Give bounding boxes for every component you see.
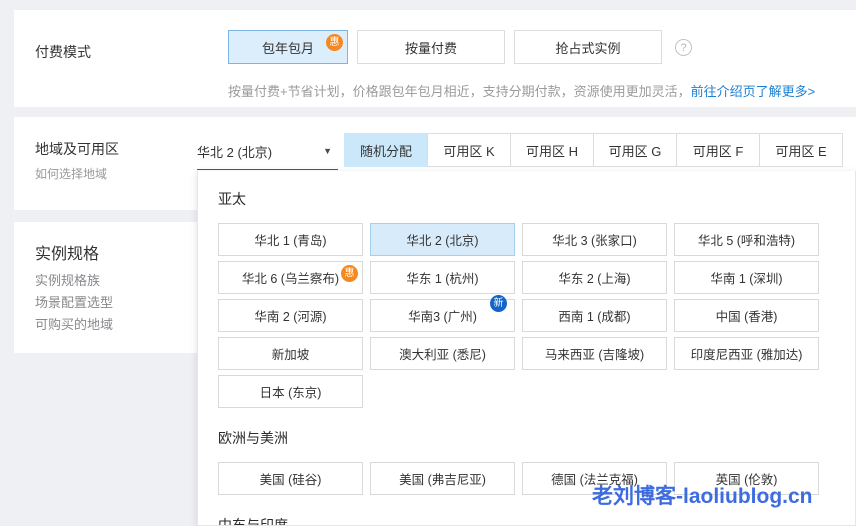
zone-option[interactable]: 可用区 F (676, 133, 760, 167)
region-option[interactable]: 华北 3 (张家口) (522, 223, 667, 256)
region-option[interactable]: 新加坡 (218, 337, 363, 370)
payment-option[interactable]: 包年包月惠 (228, 30, 348, 64)
region-option[interactable]: 华南 2 (河源) (218, 299, 363, 332)
region-dropdown-value: 华北 2 (北京) (197, 142, 272, 161)
instance-spec-label: 实例规格 (35, 240, 99, 264)
zone-option[interactable]: 可用区 G (593, 133, 677, 167)
payment-mode-card: 付费模式 包年包月惠 按量付费 抢占式实例 ? 按量付费+节省计划，价格跟包年包月相… (14, 10, 856, 107)
region-option[interactable]: 华北 6 (乌兰察布)惠 (218, 261, 363, 294)
payment-option[interactable]: 抢占式实例 (514, 30, 662, 64)
payment-intro-link[interactable]: 前往介绍页了解更多> (691, 84, 816, 99)
payment-option-label: 按量付费 (405, 38, 457, 57)
region-option-label: 华东 1 (杭州) (406, 268, 478, 287)
promo-badge-icon: 惠 (341, 265, 358, 282)
payment-mode-label: 付费模式 (35, 42, 91, 62)
region-option[interactable]: 日本 (东京) (218, 375, 363, 408)
region-option[interactable]: 华南 1 (深圳) (674, 261, 819, 294)
region-option[interactable]: 西南 1 (成都) (522, 299, 667, 332)
region-option[interactable]: 澳大利亚 (悉尼) (370, 337, 515, 370)
region-option-label: 华北 3 (张家口) (552, 230, 637, 249)
zone-option[interactable]: 可用区 H (510, 133, 594, 167)
region-group-title: 欧洲与美洲 (218, 428, 855, 448)
payment-description: 按量付费+节省计划，价格跟包年包月相近，支持分期付款，资源使用更加灵活，前往介绍… (228, 81, 815, 100)
region-option[interactable]: 华南3 (广州)新 (370, 299, 515, 332)
promo-badge-icon: 惠 (326, 34, 343, 51)
region-option-label: 华北 5 (呼和浩特) (698, 230, 795, 249)
chevron-down-icon: ▼ (323, 146, 338, 156)
region-dropdown-panel: 亚太华北 1 (青岛) 华北 2 (北京) 华北 3 (张家口) 华北 5 (呼和浩特… (197, 171, 856, 526)
region-option-label: 印度尼西亚 (雅加达) (691, 344, 803, 363)
region-option-label: 西南 1 (成都) (558, 306, 630, 325)
region-option-label: 华东 2 (上海) (558, 268, 630, 287)
region-option-label: 日本 (东京) (260, 382, 322, 401)
region-option-label: 华南3 (广州) (408, 306, 477, 325)
zone-option[interactable]: 可用区 E (759, 133, 843, 167)
region-option[interactable]: 华北 2 (北京) (370, 223, 515, 256)
region-group-title: 中东与印度 (218, 515, 855, 526)
watermark: 老刘博客-laoliublog.cn (592, 480, 813, 510)
zone-option[interactable]: 可用区 K (427, 133, 511, 167)
region-option[interactable]: 华东 1 (杭州) (370, 261, 515, 294)
region-option[interactable]: 美国 (弗吉尼亚) (370, 462, 515, 495)
region-option-label: 华北 1 (青岛) (254, 230, 326, 249)
instance-link[interactable]: 实例规格族 (35, 270, 113, 292)
region-help-link[interactable]: 如何选择地域 (35, 165, 107, 182)
region-option-label: 美国 (弗吉尼亚) (399, 469, 486, 488)
payment-description-text: 按量付费+节省计划，价格跟包年包月相近，支持分期付款，资源使用更加灵活， (228, 84, 691, 99)
region-zone-label: 地域及可用区 (35, 139, 119, 159)
new-badge-icon: 新 (490, 295, 507, 312)
region-option-label: 华南 2 (河源) (254, 306, 326, 325)
zone-button-group: 随机分配可用区 K可用区 H可用区 G可用区 F可用区 E (345, 133, 843, 167)
region-option-label: 马来西亚 (吉隆坡) (545, 344, 644, 363)
help-icon[interactable]: ? (675, 39, 692, 56)
region-option[interactable]: 中国 (香港) (674, 299, 819, 332)
zone-option[interactable]: 随机分配 (344, 133, 428, 167)
region-group-title: 亚太 (218, 189, 855, 209)
region-option-label: 华南 1 (深圳) (710, 268, 782, 287)
instance-link[interactable]: 可购买的地域 (35, 314, 113, 336)
region-option-label: 华北 6 (乌兰察布) (242, 268, 339, 287)
region-option-label: 新加坡 (272, 344, 310, 363)
region-dropdown[interactable]: 华北 2 (北京) ▼ (197, 133, 338, 170)
region-option[interactable]: 华东 2 (上海) (522, 261, 667, 294)
payment-option[interactable]: 按量付费 (357, 30, 505, 64)
region-option-label: 澳大利亚 (悉尼) (399, 344, 486, 363)
instance-links: 实例规格族场景配置选型可购买的地域 (35, 270, 113, 336)
region-option[interactable]: 美国 (硅谷) (218, 462, 363, 495)
payment-option-label: 包年包月 (262, 38, 314, 57)
region-option-label: 华北 2 (北京) (406, 230, 478, 249)
region-option-label: 中国 (香港) (716, 306, 778, 325)
region-option[interactable]: 华北 5 (呼和浩特) (674, 223, 819, 256)
instance-link[interactable]: 场景配置选型 (35, 292, 113, 314)
payment-options: 包年包月惠 按量付费 抢占式实例 (228, 30, 671, 64)
region-grid: 华北 1 (青岛) 华北 2 (北京) 华北 3 (张家口) 华北 5 (呼和浩特) 华… (218, 223, 855, 408)
payment-option-label: 抢占式实例 (555, 38, 620, 57)
region-option[interactable]: 华北 1 (青岛) (218, 223, 363, 256)
region-option[interactable]: 印度尼西亚 (雅加达) (674, 337, 819, 370)
region-option-label: 美国 (硅谷) (260, 469, 322, 488)
region-option[interactable]: 马来西亚 (吉隆坡) (522, 337, 667, 370)
